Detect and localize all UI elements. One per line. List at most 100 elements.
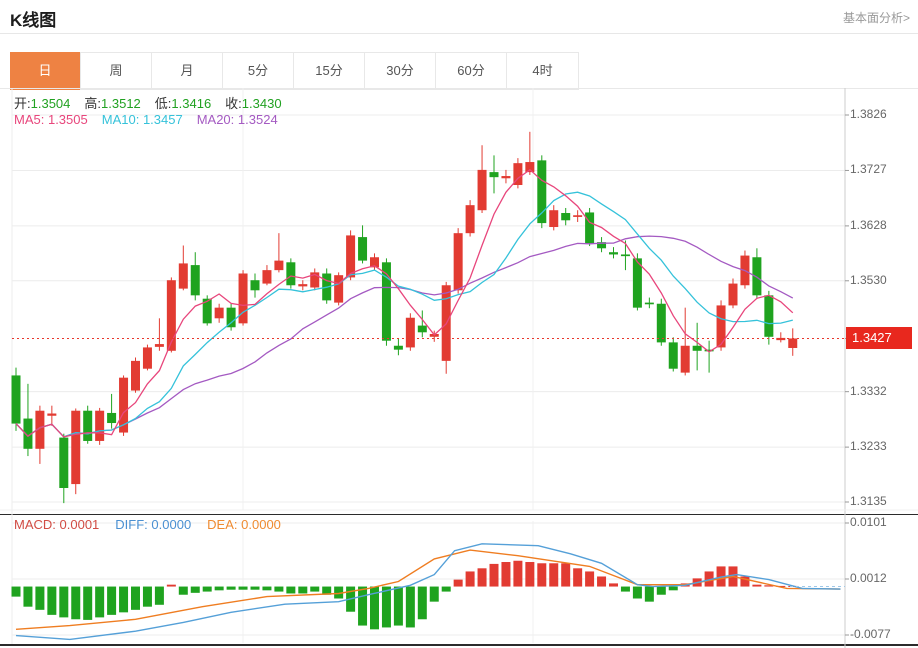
- macd-bar: [585, 571, 594, 586]
- candle-body: [107, 413, 116, 423]
- ma10-value: 1.3457: [143, 112, 183, 127]
- candle-body: [251, 280, 260, 290]
- macd-bar: [430, 587, 439, 602]
- candle-body: [286, 262, 295, 285]
- candle-body: [215, 308, 224, 319]
- macd-bar: [549, 563, 558, 586]
- macd-label: MACD:: [14, 517, 56, 532]
- macd-bar: [406, 587, 415, 628]
- candle-body: [525, 162, 534, 172]
- candle-body: [478, 170, 487, 210]
- macd-bar: [167, 585, 176, 587]
- open-value: 1.3504: [31, 96, 71, 111]
- candle-body: [167, 280, 176, 351]
- ma5-value: 1.3505: [48, 112, 88, 127]
- candle-body: [561, 213, 570, 220]
- macd-value: 0.0001: [60, 517, 100, 532]
- macd-bar: [203, 587, 212, 592]
- macd-bar: [525, 562, 534, 587]
- candle-body: [394, 346, 403, 350]
- macd-bar: [59, 587, 68, 618]
- kline-page: K线图 基本面分析> 日周月5分15分30分60分4时 开:1.3504高:1.…: [0, 0, 918, 648]
- macd-bar: [71, 587, 80, 620]
- candle-body: [549, 210, 558, 227]
- ma5-label: MA5:: [14, 112, 44, 127]
- macd-bar: [286, 587, 295, 594]
- candle-body: [729, 284, 738, 306]
- macd-bar: [358, 587, 367, 626]
- candle-body: [71, 411, 80, 484]
- macd-bar: [107, 587, 116, 615]
- candle-body: [346, 235, 355, 277]
- close-value: 1.3430: [242, 96, 282, 111]
- candle-body: [191, 265, 200, 295]
- current-price-tag: 1.3427: [846, 327, 912, 349]
- macd-bar: [262, 587, 271, 591]
- macd-bar: [227, 587, 236, 590]
- candle-body: [466, 205, 475, 233]
- macd-bar: [298, 587, 307, 594]
- ma5-line: [16, 170, 793, 437]
- candle-body: [717, 305, 726, 347]
- macd-bar: [12, 587, 21, 597]
- candle-body: [179, 263, 188, 288]
- macd-bar: [310, 587, 319, 592]
- candle-body: [645, 303, 654, 305]
- macd-bar: [143, 587, 152, 607]
- candle-body: [573, 215, 582, 217]
- macd-bar: [35, 587, 44, 610]
- candle-body: [131, 361, 140, 391]
- candle-body: [95, 411, 104, 441]
- macd-bar: [251, 587, 260, 590]
- macd-bar: [621, 587, 630, 592]
- candle-body: [418, 326, 427, 333]
- macd-bar: [752, 585, 761, 587]
- open-label: 开:: [14, 96, 31, 111]
- diff-label: DIFF:: [115, 517, 148, 532]
- high-label: 高:: [84, 96, 101, 111]
- ma10-label: MA10:: [102, 112, 140, 127]
- macd-bar: [573, 568, 582, 586]
- diff-value: 0.0000: [151, 517, 191, 532]
- macd-bar: [442, 587, 451, 592]
- macd-bar: [609, 583, 618, 586]
- candle-body: [227, 308, 236, 328]
- dea-label: DEA:: [207, 517, 237, 532]
- macd-bar: [274, 587, 283, 592]
- macd-bar: [394, 587, 403, 626]
- ma20-line: [16, 236, 793, 437]
- dea-value: 0.0000: [241, 517, 281, 532]
- low-label: 低:: [155, 96, 172, 111]
- macd-bar: [215, 587, 224, 591]
- ohlc-info-row: 开:1.3504高:1.3512低:1.3416收:1.3430: [14, 93, 296, 112]
- macd-bar: [382, 587, 391, 628]
- candle-body: [752, 257, 761, 295]
- macd-bar: [513, 561, 522, 587]
- macd-bar: [83, 587, 92, 620]
- candle-body: [490, 172, 499, 177]
- candle-body: [334, 275, 343, 302]
- candle-body: [358, 237, 367, 261]
- candle-body: [12, 375, 21, 423]
- macd-bar: [23, 587, 32, 607]
- candle-body: [764, 295, 773, 336]
- candle-body: [454, 233, 463, 290]
- macd-bar: [490, 564, 499, 587]
- ma20-label: MA20:: [197, 112, 235, 127]
- candle-body: [298, 284, 307, 286]
- macd-bar: [466, 571, 475, 586]
- candle-body: [681, 346, 690, 373]
- macd-bar: [633, 587, 642, 599]
- macd-bar: [191, 587, 200, 593]
- macd-bar: [95, 587, 104, 618]
- macd-info-row: MACD: 0.0001 DIFF: 0.0000 DEA: 0.0000: [14, 517, 281, 532]
- candle-body: [693, 346, 702, 351]
- candle-body: [274, 261, 283, 271]
- macd-bar: [119, 587, 128, 613]
- candle-body: [406, 318, 415, 348]
- candle-body: [609, 252, 618, 254]
- candle-body: [788, 338, 797, 348]
- macd-bar: [501, 562, 510, 587]
- candle-body: [143, 347, 152, 368]
- macd-bar: [561, 563, 570, 586]
